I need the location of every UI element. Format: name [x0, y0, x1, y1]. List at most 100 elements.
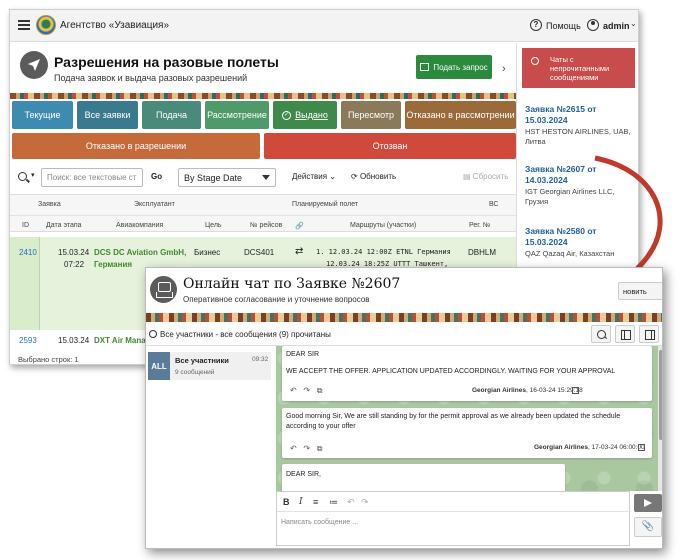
room-count: 9 сообщений: [175, 369, 215, 376]
row-date: 15.03.24: [58, 336, 90, 345]
col-group-operator: Эксплуатант: [134, 201, 175, 208]
refresh-button[interactable]: новить: [618, 282, 662, 300]
row-airline: DCS DC Aviation GmbH,: [94, 248, 187, 257]
room-time: 09:32: [252, 356, 269, 363]
ornament-strip: [146, 313, 662, 322]
row-country: Германия: [94, 260, 133, 269]
chat-subtitle: Оперативное согласование и уточнение воп…: [183, 295, 370, 304]
menu-icon[interactable]: [18, 20, 30, 30]
message-list[interactable]: DEAR SIR WE ACCEPT THE OFFER. APPLICATIO…: [276, 346, 662, 491]
row-id-link[interactable]: 2593: [19, 336, 37, 345]
message-input[interactable]: Написать сообщение ...: [281, 519, 358, 526]
message-composer: B I ≡ ≔ ↶ ↷ Написать сообщение ...: [276, 491, 631, 546]
row-date: 15.03.24: [58, 248, 90, 257]
bold-icon[interactable]: B: [283, 497, 290, 507]
caret-down-icon: [262, 175, 270, 180]
check-circle-icon: ✓: [282, 110, 292, 120]
tab-revision[interactable]: Пересмотр: [341, 101, 401, 129]
send-button[interactable]: [634, 494, 662, 512]
page-header: Разрешения на разовые полеты Подача заяв…: [10, 43, 516, 99]
col-id[interactable]: ID: [22, 222, 29, 229]
col-purpose[interactable]: Цель: [205, 222, 222, 229]
panel-right-icon[interactable]: [639, 325, 659, 343]
undo-icon[interactable]: ↶: [347, 497, 355, 508]
message: DEAR SIR,: [282, 464, 565, 491]
col-routes[interactable]: Маршруты (участки): [350, 222, 416, 229]
redo-icon[interactable]: ↷: [361, 497, 369, 508]
row-reg: DBHLM: [468, 248, 497, 257]
status-tabs: Текущие Все заявки Подача Рассмотрение ✓…: [12, 101, 516, 129]
chat-header: Онлайн чат по Заявке №2607 Оперативное с…: [146, 268, 662, 313]
stage-date-select[interactable]: By Stage Date: [178, 168, 276, 187]
paperclip-icon: 📎: [641, 521, 655, 532]
row-id-link[interactable]: 2410: [19, 248, 37, 257]
grid-icon: [420, 63, 430, 71]
refresh-icon: ⟳: [351, 172, 358, 181]
reset-icon: ▤: [463, 172, 471, 181]
col-flights[interactable]: № рейсов: [250, 222, 282, 229]
numbered-list-icon[interactable]: ≔: [329, 497, 338, 508]
col-group-flight: Планируемый полет: [292, 201, 359, 208]
row-purpose: Бизнес: [194, 248, 221, 257]
message: DEAR SIR WE ACCEPT THE OFFER. APPLICATIO…: [282, 346, 652, 401]
message: Good morning Sir, We are still standing …: [282, 408, 652, 458]
col-group-request: Заявка: [38, 201, 61, 208]
col-stage-date[interactable]: Дата этапа: [46, 222, 82, 229]
chat-link-2615[interactable]: Заявка №2615 от 15.03.2024 HST HESTON AI…: [525, 104, 637, 147]
page-subtitle: Подача заявок и выдача разовых разрешени…: [54, 73, 248, 83]
user-icon[interactable]: [587, 19, 599, 31]
chat-icon: [150, 276, 177, 303]
page-title: Разрешения на разовые полеты: [54, 54, 279, 70]
tab-revoked[interactable]: Отозван: [264, 133, 516, 159]
tab-rejected-review[interactable]: Отказано в рассмотрении: [405, 101, 516, 129]
tab-current[interactable]: Текущие: [12, 101, 73, 129]
chat-room-all[interactable]: ALL Все участники 9 сообщений 09:32: [148, 352, 271, 380]
paper-plane-icon: [20, 51, 48, 79]
check-icon[interactable]: [572, 387, 579, 394]
row-airline: DXT Air Manag: [94, 336, 151, 345]
chat-search-button[interactable]: [591, 325, 611, 343]
actions-menu[interactable]: Действия ⌄: [292, 172, 336, 181]
chevron-down-icon[interactable]: ⌄: [630, 19, 637, 28]
col-group-aircraft: ВС: [489, 201, 499, 208]
scrollbar[interactable]: [658, 346, 662, 491]
search-icon[interactable]: [18, 172, 27, 181]
col-reg[interactable]: Рег. №: [469, 222, 490, 229]
chat-status-label: Все участники - все сообщения (9) прочит…: [160, 330, 331, 339]
chat-filter-bar: Все участники - все сообщения (9) прочит…: [146, 322, 662, 346]
attach-button[interactable]: 📎: [634, 517, 662, 537]
brand-name: Агентство «Узавиация»: [60, 20, 170, 31]
bullet-list-icon[interactable]: ≡: [313, 497, 318, 507]
report-toolbar: ▾ Поиск: все текстовые ст Go By Stage Da…: [10, 166, 516, 192]
help-icon[interactable]: ?: [530, 19, 542, 31]
tab-permit-denied[interactable]: Отказано в разрешении: [12, 133, 260, 159]
search-input[interactable]: Поиск: все текстовые ст: [41, 168, 143, 187]
tab-all[interactable]: Все заявки: [77, 101, 138, 129]
panel-left-icon[interactable]: [615, 325, 635, 343]
submit-request-button[interactable]: Подать запрос: [416, 55, 492, 79]
avatar: ALL: [148, 352, 170, 380]
reply-icon[interactable]: ↶ ↷ ⧉: [290, 386, 322, 396]
row-time: 07:22: [64, 260, 85, 269]
logo: [36, 15, 56, 35]
italic-icon[interactable]: I: [299, 497, 303, 507]
go-button[interactable]: Go: [151, 172, 162, 181]
refresh-button[interactable]: ⟳ Обновить: [351, 172, 396, 181]
help-link[interactable]: Помощь: [546, 21, 581, 31]
col-airline[interactable]: Авиакомпания: [116, 222, 163, 229]
row-route-1: 1. 12.03.24 12:00Z ETNL Германия: [316, 248, 451, 256]
reply-icon[interactable]: ↶ ↷ ⧉: [290, 444, 322, 454]
users-icon: [149, 330, 157, 338]
message-meta: Georgian Airlines, 16-03-24 15:29:18: [472, 387, 583, 394]
row-flight: DCS401: [244, 248, 275, 257]
user-menu[interactable]: admin: [603, 21, 630, 31]
tab-submission[interactable]: Подача: [142, 101, 201, 129]
ornament-strip: [10, 93, 516, 99]
chevron-down-icon[interactable]: ▾: [31, 171, 35, 179]
message-meta: Georgian Airlines, 17-03-24 06:00:00: [534, 444, 645, 451]
reset-button[interactable]: ▤ Сбросить: [463, 172, 508, 181]
tab-issued[interactable]: ✓ Выдано: [273, 101, 337, 129]
tab-review[interactable]: Рассмотрение: [205, 101, 269, 129]
chevron-right-icon[interactable]: ›: [502, 63, 506, 75]
check-icon[interactable]: [638, 444, 645, 451]
